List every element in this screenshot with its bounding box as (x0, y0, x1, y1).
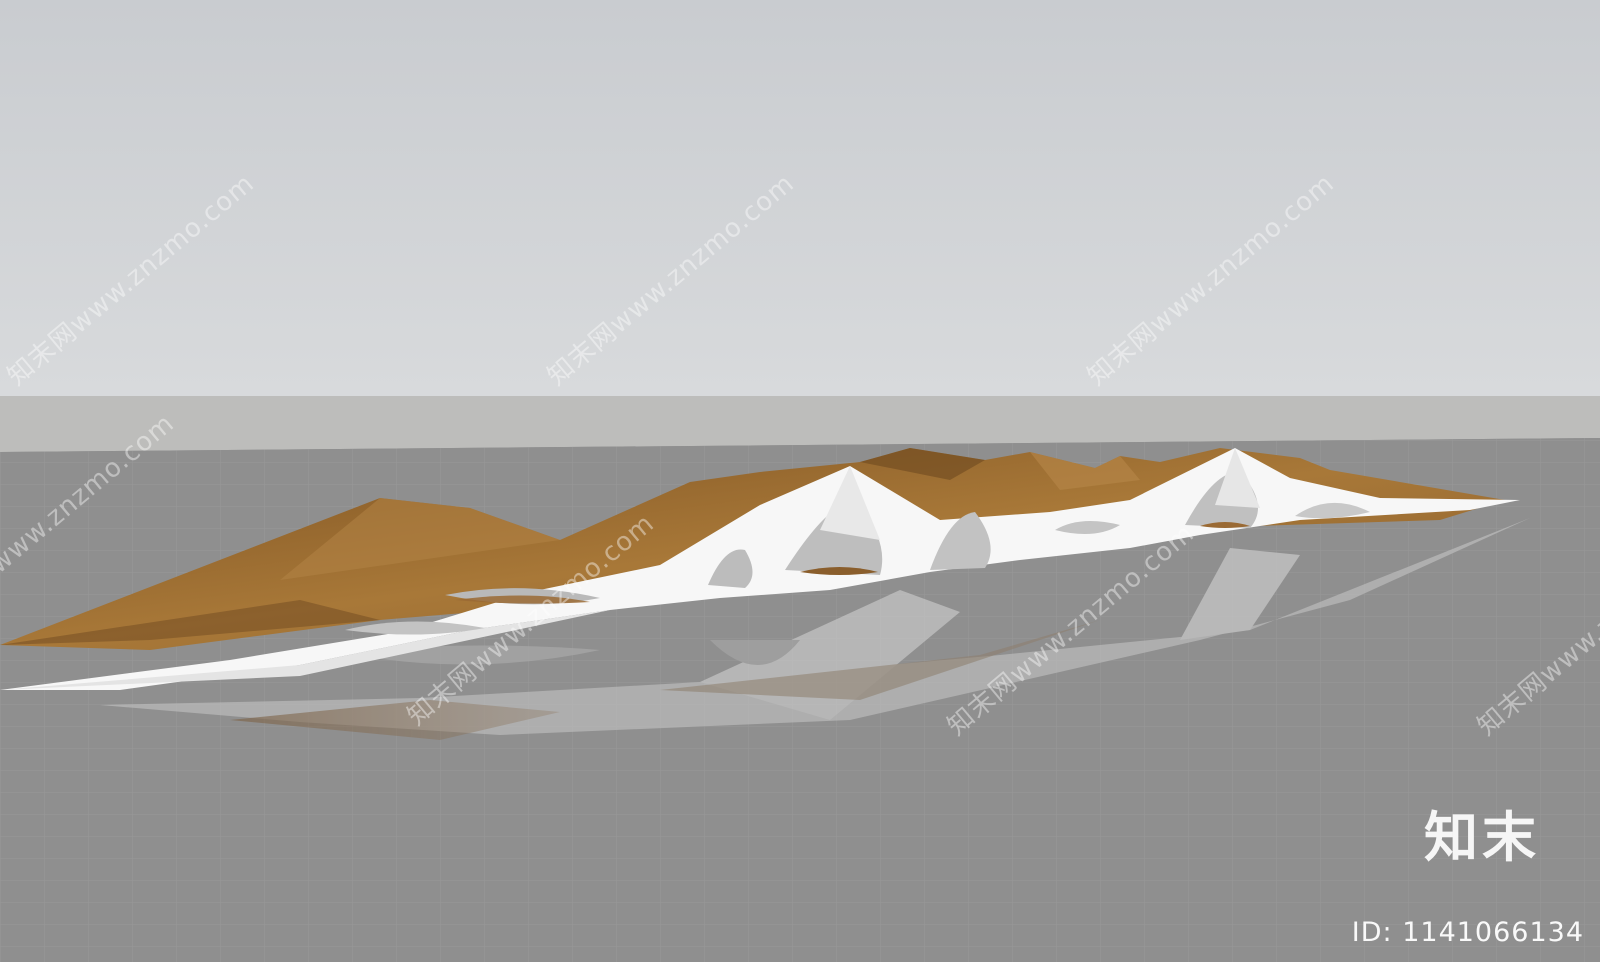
sky (0, 0, 1600, 396)
scene-illustration (0, 0, 1600, 962)
brand-logo-text: 知末 (1424, 806, 1540, 869)
render-scene: 知末网www.znzmo.com 知末网www.znzmo.com 知末网www… (0, 0, 1600, 962)
image-id-label: ID: 1141066134 (1351, 917, 1584, 948)
